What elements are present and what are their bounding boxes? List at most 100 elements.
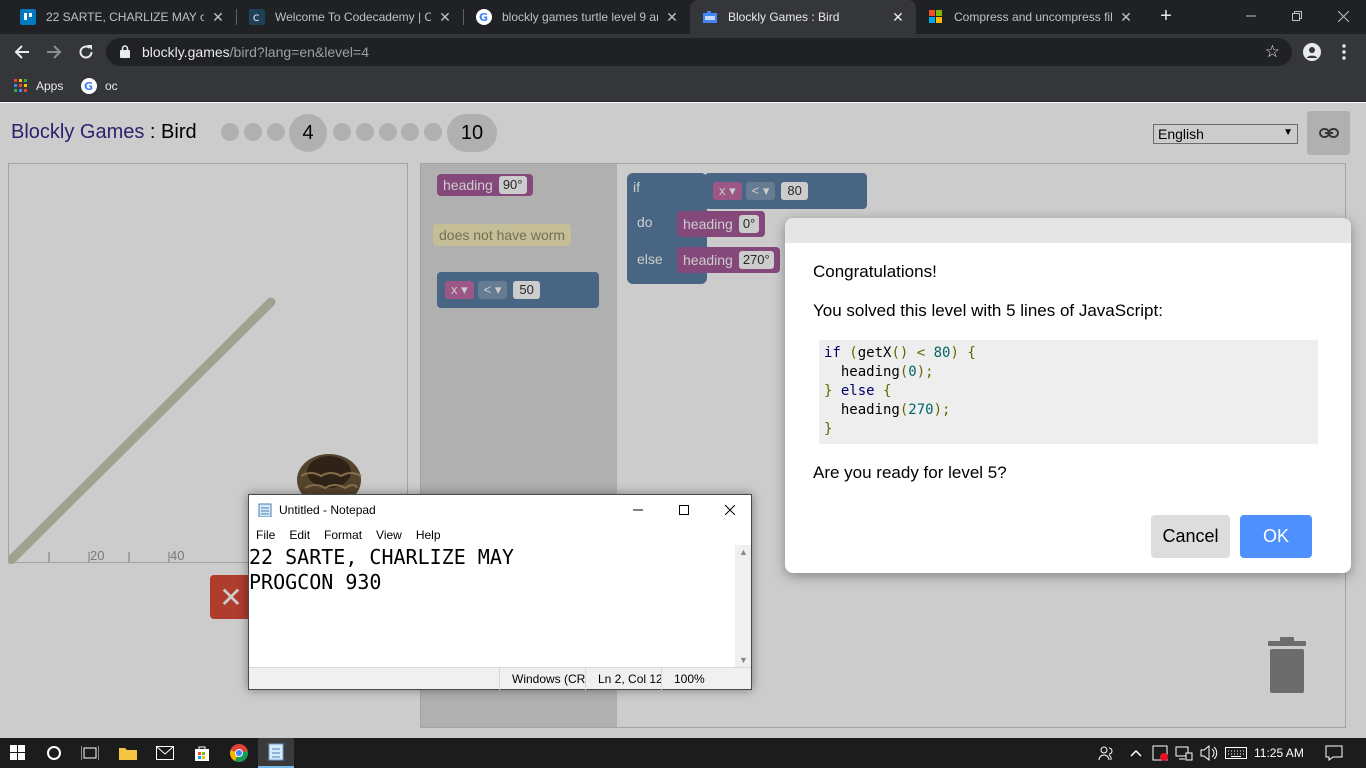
notepad-text-area[interactable]: 22 SARTE, CHARLIZE MAY PROGCON 930: [249, 545, 735, 667]
window-close-button[interactable]: [1320, 0, 1366, 32]
url-text: blockly.games/bird?lang=en&level=4: [142, 44, 370, 60]
text-line: PROGCON 930: [249, 570, 382, 594]
close-icon[interactable]: ✕: [890, 9, 906, 26]
profile-icon: [1303, 43, 1321, 61]
tab-codecademy[interactable]: C Welcome To Codecademy | Co ✕: [237, 0, 463, 34]
code-token: (: [849, 345, 858, 361]
menu-file[interactable]: File: [249, 528, 282, 542]
svg-text:G: G: [479, 11, 488, 23]
code-line: }: [824, 420, 1313, 439]
close-icon[interactable]: ✕: [664, 9, 680, 26]
close-icon: [725, 505, 735, 515]
code-token: }: [824, 421, 833, 437]
notepad-close-button[interactable]: [707, 495, 753, 525]
cancel-button[interactable]: Cancel: [1151, 515, 1230, 558]
menu-view[interactable]: View: [369, 528, 409, 542]
tab-google-search[interactable]: G blockly games turtle level 9 and ✕: [464, 0, 690, 34]
congratulations-dialog: Congratulations! You solved this level w…: [785, 218, 1351, 573]
blockly-icon: [702, 9, 718, 25]
notepad-statusbar: Windows (CR Ln 2, Col 12 100%: [249, 667, 751, 690]
scroll-down-icon[interactable]: ▼: [739, 655, 748, 665]
forward-button[interactable]: [41, 39, 67, 65]
notepad-icon: [268, 743, 284, 761]
minimize-icon: [1246, 15, 1256, 17]
task-view-button[interactable]: [72, 738, 108, 768]
code-token: else: [840, 383, 875, 399]
bookmark-apps[interactable]: Apps: [14, 76, 63, 96]
taskbar-clock[interactable]: 11:25 AM: [1254, 746, 1304, 760]
maximize-icon: [679, 505, 689, 515]
start-button[interactable]: [0, 738, 36, 768]
restore-icon: [1292, 11, 1302, 21]
chrome-menu-button[interactable]: [1331, 39, 1357, 65]
code-token: );: [916, 364, 934, 380]
tab-title: blockly games turtle level 9 and: [502, 10, 658, 24]
security-alert-icon[interactable]: [1152, 745, 1168, 761]
trello-icon: [20, 9, 36, 25]
close-icon[interactable]: ✕: [437, 9, 453, 26]
kebab-menu-icon: [1342, 44, 1346, 60]
notepad-titlebar[interactable]: Untitled - Notepad: [249, 495, 751, 525]
windows-logo-icon: [10, 745, 25, 760]
status-encoding: Windows (CR: [499, 668, 585, 690]
menu-help[interactable]: Help: [409, 528, 448, 542]
code-token: ) {: [950, 345, 976, 361]
search-button[interactable]: [36, 738, 72, 768]
notepad-minimize-button[interactable]: [615, 495, 661, 525]
notepad-icon: [258, 503, 272, 517]
code-token: () <: [891, 345, 934, 361]
chrome-taskbar-button[interactable]: [221, 738, 257, 768]
store-button[interactable]: [184, 738, 220, 768]
tab-title: Compress and uncompress file: [954, 10, 1112, 24]
volume-icon[interactable]: [1200, 745, 1218, 761]
code-token: );: [933, 402, 951, 418]
lock-icon: [120, 45, 130, 58]
reload-button[interactable]: [73, 39, 99, 65]
bookmarks-bar: Apps G oc: [0, 70, 1366, 102]
notepad-maximize-button[interactable]: [661, 495, 707, 525]
code-token: }: [824, 383, 841, 399]
profile-button[interactable]: [1299, 39, 1325, 65]
svg-text:C: C: [253, 14, 259, 22]
mail-button[interactable]: [147, 738, 183, 768]
scroll-up-icon[interactable]: ▲: [739, 547, 748, 557]
code-token: 80: [933, 345, 951, 361]
network-icon[interactable]: [1175, 745, 1193, 761]
mail-icon: [156, 746, 174, 760]
menu-format[interactable]: Format: [317, 528, 369, 542]
action-center-icon[interactable]: [1325, 745, 1343, 761]
bookmark-label: Apps: [36, 79, 64, 93]
javascript-code: if (getX() < 80) { heading(0);} else { h…: [819, 340, 1318, 444]
ok-button[interactable]: OK: [1240, 515, 1312, 558]
chevron-up-icon[interactable]: [1130, 749, 1142, 757]
address-bar[interactable]: blockly.games/bird?lang=en&level=4 ☆: [106, 38, 1292, 66]
bookmark-star-icon[interactable]: ☆: [1265, 43, 1280, 60]
windows-taskbar: 11:25 AM: [0, 738, 1366, 768]
folder-icon: [119, 748, 137, 760]
new-tab-button[interactable]: +: [1154, 5, 1178, 29]
close-icon[interactable]: ✕: [1118, 9, 1134, 26]
tab-trello[interactable]: 22 SARTE, CHARLIZE MAY on 2 ✕: [8, 0, 236, 34]
dialog-title: Congratulations!: [813, 262, 937, 281]
close-icon[interactable]: ✕: [210, 9, 226, 26]
code-line: heading(270);: [824, 401, 1313, 420]
close-icon: [1337, 10, 1349, 22]
code-line: if (getX() < 80) {: [824, 344, 1313, 363]
window-minimize-button[interactable]: [1228, 0, 1274, 32]
bookmark-label: oc: [105, 79, 118, 93]
tab-blockly-bird[interactable]: Blockly Games : Bird ✕: [690, 0, 916, 34]
window-restore-button[interactable]: [1274, 0, 1320, 32]
people-icon[interactable]: [1098, 745, 1114, 761]
google-icon: G: [81, 78, 97, 94]
file-explorer-button[interactable]: [110, 738, 146, 768]
back-button[interactable]: [9, 39, 35, 65]
notepad-taskbar-button[interactable]: [258, 738, 294, 768]
bookmark-oc[interactable]: G oc: [81, 76, 118, 96]
keyboard-icon[interactable]: [1225, 747, 1247, 759]
dialog-message: You solved this level with 5 lines of Ja…: [813, 301, 1163, 320]
code-token: heading: [824, 402, 900, 418]
reload-icon: [79, 45, 93, 59]
vertical-scrollbar[interactable]: ▲ ▼: [735, 545, 751, 667]
tab-microsoft[interactable]: Compress and uncompress file ✕: [916, 0, 1144, 34]
menu-edit[interactable]: Edit: [282, 528, 317, 542]
